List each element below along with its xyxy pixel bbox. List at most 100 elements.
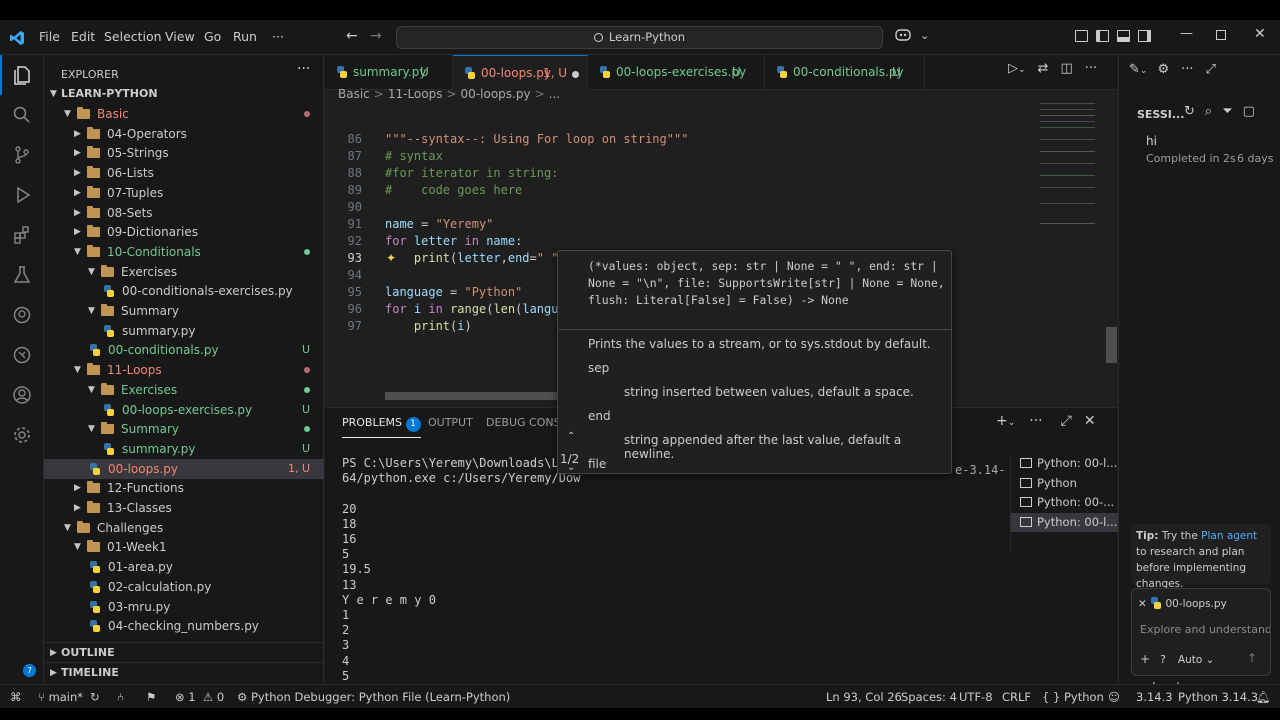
python-version[interactable]: 3.14.3 bbox=[1136, 690, 1173, 704]
editor-scrollbar[interactable] bbox=[1106, 327, 1117, 363]
file-item[interactable]: summary.py U bbox=[44, 439, 324, 459]
file-item[interactable]: 02-calculation.py bbox=[44, 577, 324, 597]
help-icon[interactable]: ? bbox=[1160, 653, 1166, 666]
forward-arrow-icon[interactable]: → bbox=[370, 28, 382, 44]
testing-activity[interactable] bbox=[0, 255, 44, 295]
toggle-sidebar-icon[interactable] bbox=[1096, 30, 1109, 42]
new-chat-icon[interactable]: ✎ bbox=[1129, 62, 1140, 77]
problems-indicator[interactable]: ⊗ 1 ⚠ 0 bbox=[175, 690, 224, 704]
git-graph-icon[interactable]: ⑃ bbox=[117, 690, 124, 704]
language-mode[interactable]: { } Python bbox=[1042, 690, 1104, 704]
file-item[interactable]: 01-area.py bbox=[44, 557, 324, 577]
chevron-up-icon[interactable]: ⌃ bbox=[567, 431, 575, 442]
explorer-activity[interactable]: 1 bbox=[0, 55, 44, 677]
menu-edit[interactable]: Edit bbox=[71, 29, 95, 44]
folder-item[interactable]: ▶ 08-Sets bbox=[44, 203, 324, 223]
send-icon[interactable]: ↑ bbox=[1247, 651, 1257, 665]
terminal-list-item[interactable]: Python: 00-... bbox=[1011, 493, 1118, 512]
compare-changes-icon[interactable]: ⇄ bbox=[1038, 61, 1049, 76]
folder-item[interactable]: ▶ 06-Lists bbox=[44, 163, 324, 183]
workspace-root[interactable]: ▼ LEARN-PYTHON bbox=[44, 84, 324, 104]
file-item[interactable]: 00-conditionals-exercises.py bbox=[44, 281, 324, 301]
maximize-button[interactable] bbox=[1216, 30, 1226, 40]
context-attachment[interactable]: ✕ 00-loops.py bbox=[1138, 595, 1227, 610]
run-python-icon[interactable]: ▷ bbox=[1008, 61, 1018, 76]
run-debug-activity[interactable] bbox=[0, 175, 44, 215]
close-window-button[interactable]: ✕ bbox=[1254, 26, 1266, 42]
outline-section[interactable]: ▶ OUTLINE bbox=[44, 642, 324, 662]
maximize-panel-icon[interactable]: ⤢ bbox=[1061, 413, 1072, 429]
tab-00-conditionals-py[interactable]: 00-conditionals.py U bbox=[765, 55, 925, 90]
copilot-menu-button[interactable]: ⌄ bbox=[895, 28, 937, 46]
tab-output[interactable]: OUTPUT bbox=[428, 416, 473, 429]
folder-item[interactable]: ▼ Exercises bbox=[44, 380, 324, 400]
folder-item[interactable]: ▶ 12-Functions bbox=[44, 478, 324, 498]
chat-input-box[interactable]: ✕ 00-loops.py Explore and understand y +… bbox=[1131, 588, 1271, 676]
new-terminal-icon[interactable]: + bbox=[996, 413, 1008, 429]
chevron-down-icon[interactable]: ⌄ bbox=[567, 462, 575, 473]
folder-item[interactable]: ▶ 04-Operators bbox=[44, 124, 324, 144]
python-interpreter[interactable]: Python 3.14.3 bbox=[1178, 690, 1258, 704]
folder-item[interactable]: ▶ 13-Classes bbox=[44, 498, 324, 518]
folder-item[interactable]: ▼ Summary bbox=[44, 301, 324, 321]
breadcrumb-item[interactable]: 11-Loops bbox=[388, 87, 443, 101]
terminal-list-item[interactable]: Python bbox=[1011, 474, 1118, 493]
encoding[interactable]: UTF-8 bbox=[959, 690, 993, 704]
remote-explorer-activity[interactable] bbox=[0, 335, 44, 375]
sync-icon[interactable]: ↻ bbox=[90, 690, 100, 704]
mode-picker[interactable]: Auto ⌄ bbox=[1178, 654, 1215, 666]
add-context-icon[interactable]: + bbox=[1140, 652, 1150, 666]
timeline-section[interactable]: ▶ TIMELINE bbox=[44, 662, 324, 682]
menu-run[interactable]: Run bbox=[233, 29, 257, 44]
file-item[interactable]: 00-conditionals.py U bbox=[44, 340, 324, 360]
ports-icon[interactable]: ⚑ bbox=[146, 690, 156, 704]
copilot-status-icon[interactable]: ☺ bbox=[1108, 690, 1120, 704]
search-icon[interactable]: ⌕ bbox=[1205, 104, 1212, 119]
terminal-list-item[interactable]: Python: 00-l... bbox=[1011, 454, 1118, 473]
notifications-bell-icon[interactable]: 🔔︎ bbox=[1256, 690, 1271, 704]
terminal-list-item[interactable]: Python: 00-l... bbox=[1011, 512, 1118, 532]
file-item[interactable]: 04-checking_numbers.py bbox=[44, 616, 324, 636]
chat-input[interactable]: Explore and understand y bbox=[1140, 623, 1270, 636]
menu-selection[interactable]: Selection bbox=[104, 29, 162, 44]
manage-activity[interactable] bbox=[0, 415, 44, 455]
customize-layout-icon[interactable] bbox=[1075, 30, 1088, 42]
folder-item[interactable]: ▼ Challenges bbox=[44, 518, 324, 538]
horizontal-scrollbar[interactable] bbox=[385, 392, 557, 400]
folder-item[interactable]: ▼ 01-Week1 bbox=[44, 537, 324, 557]
minimap[interactable] bbox=[1035, 103, 1107, 303]
split-editor-icon[interactable]: ◫ bbox=[1060, 61, 1072, 76]
extensions-activity[interactable] bbox=[0, 215, 44, 255]
cursor-position[interactable]: Ln 93, Col 26 bbox=[826, 690, 902, 704]
session-item[interactable]: hi Completed in 2s 6 days bbox=[1119, 130, 1280, 170]
gear-icon[interactable]: ⚙ bbox=[1157, 62, 1169, 77]
file-item[interactable]: summary.py bbox=[44, 321, 324, 341]
chevron-down-icon[interactable]: ⌄ bbox=[1018, 65, 1026, 75]
chevron-down-icon[interactable]: ⌄ bbox=[1008, 418, 1016, 428]
folder-item[interactable]: ▼ 10-Conditionals bbox=[44, 242, 324, 262]
menu-file[interactable]: File bbox=[39, 29, 60, 44]
collapse-icon[interactable]: ▢ bbox=[1243, 104, 1255, 119]
folder-item[interactable]: ▶ 07-Tuples bbox=[44, 183, 324, 203]
indentation[interactable]: Spaces: 4 bbox=[901, 690, 957, 704]
source-control-activity[interactable]: 7 bbox=[0, 135, 44, 677]
folder-item[interactable]: ▼ 11-Loops bbox=[44, 360, 324, 380]
github-activity[interactable] bbox=[0, 295, 44, 335]
folder-item[interactable]: ▼ Exercises bbox=[44, 262, 324, 282]
file-item[interactable]: 00-loops-exercises.py U bbox=[44, 400, 324, 420]
filter-icon[interactable]: ⏷ bbox=[1222, 104, 1232, 119]
menu-view[interactable]: View bbox=[165, 29, 195, 44]
search-activity[interactable] bbox=[0, 95, 44, 135]
folder-item[interactable]: ▶ 09-Dictionaries bbox=[44, 222, 324, 242]
close-panel-icon[interactable]: ✕ bbox=[1084, 413, 1096, 429]
branch-indicator[interactable]: ⑂ main* bbox=[38, 690, 83, 704]
unsaved-dot-icon[interactable] bbox=[572, 71, 579, 78]
close-icon[interactable]: ✕ bbox=[1138, 598, 1147, 610]
tab-summary-py[interactable]: summary.py U bbox=[325, 55, 453, 90]
plan-agent-link[interactable]: Plan agent bbox=[1201, 530, 1257, 542]
toggle-secondary-sidebar-icon[interactable] bbox=[1138, 30, 1151, 42]
menu-more[interactable]: ··· bbox=[272, 29, 284, 44]
command-center-search[interactable]: Learn-Python bbox=[396, 26, 883, 49]
tab-00-loops-exercises-py[interactable]: 00-loops-exercises.py U bbox=[588, 55, 765, 90]
debugger-status[interactable]: ⚙ Python Debugger: Python File (Learn-Py… bbox=[237, 690, 510, 704]
